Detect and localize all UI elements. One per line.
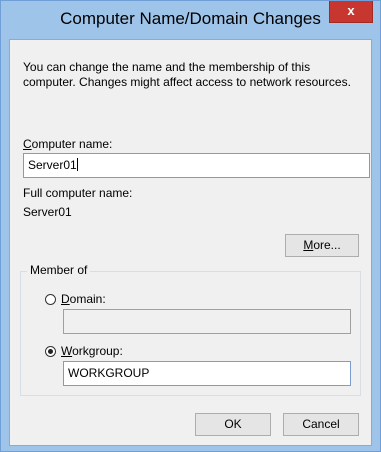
domain-label[interactable]: Domain: (61, 292, 106, 306)
cancel-button[interactable]: Cancel (283, 413, 359, 436)
title-bar[interactable]: Computer Name/Domain Changes x (1, 1, 380, 39)
dialog-client-area: You can change the name and the membersh… (9, 39, 372, 446)
description-text: You can change the name and the membersh… (23, 60, 351, 89)
computer-name-value: Server01 (28, 158, 77, 172)
more-button[interactable]: More... (285, 234, 359, 257)
full-computer-name-value: Server01 (23, 205, 72, 219)
workgroup-input[interactable]: WORKGROUP (63, 361, 351, 386)
workgroup-radio[interactable] (45, 346, 56, 357)
close-button[interactable]: x (329, 1, 373, 23)
dialog-window: Computer Name/Domain Changes x You can c… (0, 0, 381, 452)
workgroup-value: WORKGROUP (68, 366, 150, 380)
close-icon: x (347, 3, 355, 18)
domain-input[interactable] (63, 309, 351, 334)
workgroup-label[interactable]: Workgroup: (61, 344, 123, 358)
domain-radio[interactable] (45, 294, 56, 305)
text-cursor (76, 158, 78, 171)
ok-button[interactable]: OK (195, 413, 271, 436)
member-of-legend: Member of (27, 263, 91, 277)
computer-name-input[interactable]: Server01 (23, 153, 370, 178)
window-title: Computer Name/Domain Changes (60, 9, 321, 28)
computer-name-label: Computer name: (23, 137, 113, 151)
full-computer-name-label: Full computer name: (23, 186, 133, 200)
